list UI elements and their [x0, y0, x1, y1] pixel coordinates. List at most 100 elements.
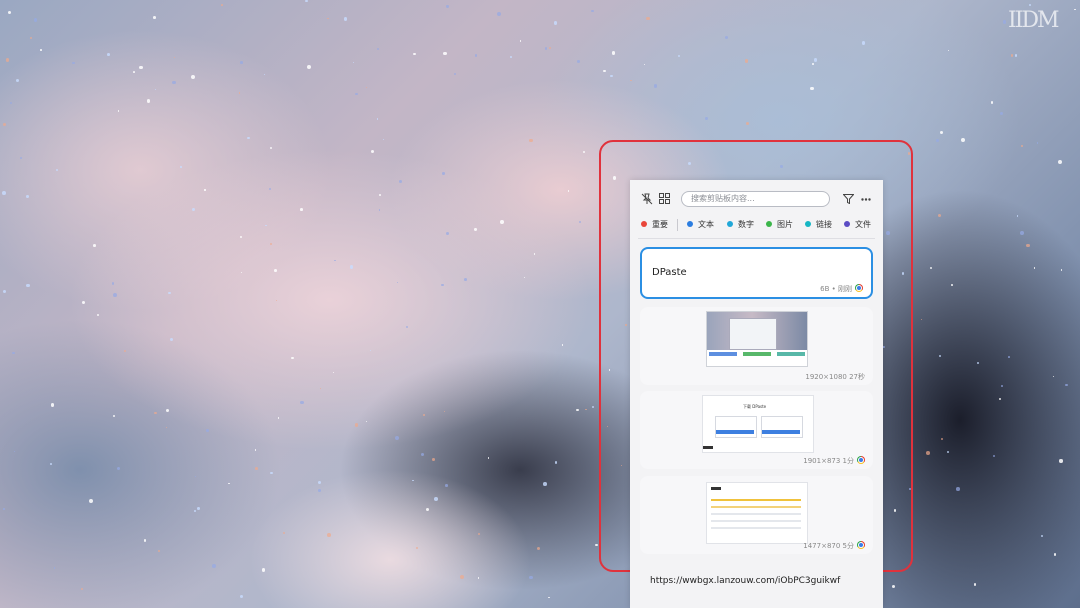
sparkle	[319, 387, 321, 390]
sparkle	[291, 356, 294, 360]
sparkle	[576, 408, 579, 412]
clip-card-image[interactable]: 下载 DPaste 1901×873 1分	[640, 391, 873, 469]
clip-meta-text: 1901×873 1分	[803, 457, 854, 465]
thumb-title: 下载 DPaste	[743, 404, 767, 409]
clip-card-image[interactable]: 1477×870 5分	[640, 476, 873, 554]
sparkle	[940, 130, 944, 134]
sparkle	[382, 139, 384, 141]
thumb-row	[711, 506, 801, 508]
sparkle	[584, 408, 587, 411]
artist-signature: IIDM	[1008, 8, 1060, 33]
clip-text: DPaste	[652, 267, 687, 278]
clip-meta: 1477×870 5分	[803, 541, 865, 551]
sparkle	[153, 15, 157, 19]
sparkle	[487, 457, 490, 459]
chrome-icon	[855, 284, 863, 292]
sparkle	[353, 61, 355, 63]
clip-thumbnail: 下载 DPaste	[702, 395, 814, 453]
sparkle	[82, 301, 86, 305]
sparkle	[349, 264, 354, 269]
sparkle	[116, 467, 120, 471]
sparkle	[446, 5, 449, 8]
more-icon[interactable]	[861, 198, 871, 201]
sparkle	[180, 166, 182, 168]
sparkle	[197, 507, 200, 510]
sparkle	[1059, 459, 1063, 463]
sparkle	[263, 73, 266, 75]
sparkle	[1033, 267, 1036, 269]
sparkle	[443, 411, 445, 413]
sparkle	[15, 78, 19, 82]
sparkle	[397, 282, 399, 284]
sparkle	[951, 284, 954, 286]
sparkle	[567, 190, 570, 192]
sparkle	[112, 415, 115, 418]
sparkle	[3, 123, 7, 127]
filter-separator	[677, 219, 678, 231]
sparkle	[26, 283, 30, 288]
sparkle	[50, 463, 52, 465]
sparkle	[643, 63, 646, 66]
filter-label: 重要	[652, 220, 668, 229]
sparkle	[544, 47, 548, 50]
grid-icon[interactable]	[659, 193, 670, 204]
clip-card-link[interactable]: https://wwbgx.lanzouw.com/iObPC3guikwf	[650, 576, 840, 586]
sparkle	[276, 299, 278, 302]
filter-important[interactable]: 重要	[641, 218, 668, 232]
sparkle	[378, 209, 380, 211]
filter-label: 文本	[698, 220, 714, 229]
sparkle	[194, 509, 196, 512]
thumb-bar-blue	[709, 352, 737, 356]
filter-link[interactable]: 链接	[805, 218, 832, 232]
sparkle	[194, 475, 197, 478]
search-input[interactable]: 搜索剪贴板内容...	[681, 191, 830, 207]
sparkle	[157, 549, 161, 553]
sparkle	[653, 84, 658, 89]
clip-card-image[interactable]: 1920×1080 27秒	[640, 307, 873, 385]
sparkle	[154, 411, 158, 415]
clip-meta: 6B • 刚刚	[820, 284, 863, 294]
sparkle	[379, 193, 382, 196]
clip-card-text[interactable]: DPaste 6B • 刚刚	[640, 247, 873, 299]
sparkle	[976, 361, 979, 364]
thumb-button-right	[762, 430, 800, 434]
sparkle	[166, 427, 168, 429]
sparkle	[50, 403, 55, 407]
sparkle	[56, 168, 59, 172]
sparkle	[464, 278, 468, 281]
filter-file[interactable]: 文件	[844, 218, 871, 232]
filter-icon[interactable]	[843, 194, 854, 204]
sparkle	[529, 576, 533, 580]
sparkle	[510, 55, 512, 58]
sparkle	[925, 451, 930, 456]
desktop-wallpaper: IIDM	[0, 0, 1080, 608]
sparkle	[500, 220, 505, 224]
sparkle	[240, 272, 243, 274]
sparkle	[270, 471, 273, 475]
sparkle	[173, 57, 175, 59]
sparkle	[956, 487, 960, 491]
filter-text[interactable]: 文本	[687, 218, 714, 232]
sparkle	[370, 350, 372, 352]
sparkle	[443, 52, 447, 56]
sparkle	[477, 577, 480, 579]
filter-label: 数字	[738, 220, 754, 229]
sparkle	[344, 17, 348, 21]
sparkle	[1029, 4, 1031, 7]
filter-number[interactable]: 数字	[727, 218, 754, 232]
sparkle	[519, 40, 522, 42]
sparkle	[413, 52, 417, 56]
sparkle	[254, 448, 257, 451]
filter-bar: 重要 文本 数字 图片 链接 文件	[630, 218, 883, 232]
sparkle	[25, 195, 29, 199]
unpin-icon[interactable]	[641, 193, 653, 205]
sparkle	[1008, 356, 1010, 358]
sparkle	[990, 101, 993, 104]
sparkle	[277, 417, 280, 419]
filter-image[interactable]: 图片	[766, 218, 793, 232]
sparkle	[12, 351, 15, 355]
sparkle	[106, 53, 110, 57]
sparkle	[334, 259, 336, 262]
sparkle	[212, 564, 216, 568]
sparkle	[172, 80, 176, 84]
